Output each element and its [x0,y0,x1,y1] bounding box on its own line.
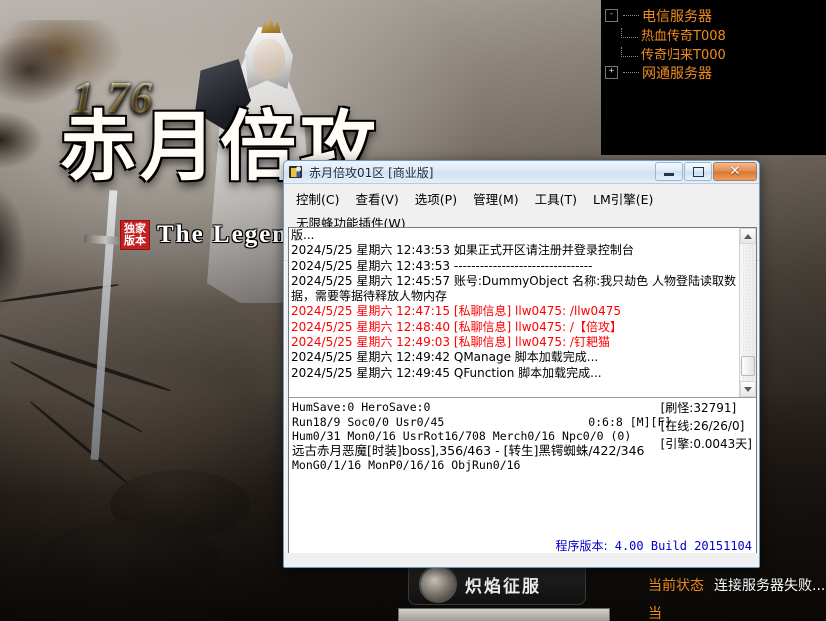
menu-item-control[interactable]: 控制(C) [288,187,347,211]
stat-uptime: 0:6:8 [M][F] [588,414,672,429]
program-version: 程序版本: 4.00 Build 20151104 [555,539,752,554]
launcher-plate [398,608,610,621]
progress-label: 当前进度 [648,606,662,621]
log-line: 2024/5/25 星期六 12:48:40 [私聊信息] llw0475: /… [291,319,622,334]
tree-node-rexue[interactable]: 热血传奇T008 [601,25,826,44]
log-body[interactable]: 版... 2024/5/25 星期六 12:43:53 如果正式开区请注册并登录… [289,228,756,398]
minimize-button[interactable] [655,162,683,181]
tree-node-label: 网通服务器 [642,65,712,82]
launcher-button-label: 炽焰征服 [465,576,541,597]
log-line: 2024/5/25 星期六 12:49:03 [私聊信息] llw0475: /… [291,335,610,350]
stat-badge-engine: [引擎:0.0043天] [660,437,752,451]
log-line: 2024/5/25 星期六 12:43:53 如果正式开区请注册并登录控制台 [291,243,634,258]
stat-badges: [刷怪:32791] [在线:26/26/0] [引擎:0.0043天] [661,399,752,453]
seal-icon [419,565,457,603]
expand-toggle-icon[interactable]: + [605,66,618,79]
tree-node-telecom[interactable]: - 电信服务器 [601,6,826,25]
close-icon: ✕ [729,164,741,179]
log-line: 2024/5/25 星期六 12:49:42 QManage 脚本加载完成... [291,350,599,365]
window-controls[interactable]: ✕ [655,162,757,181]
server-console-window[interactable]: 赤月倍攻01区 [商业版] ✕ 控制(C) 查看(V) 选项(P) 管理(M) … [283,160,760,568]
exclusive-edition-badge: 独家 版本 [120,220,150,250]
tree-node-label: 传奇归来T000 [641,48,726,63]
log-line: 2024/5/25 星期六 12:49:45 QFunction 脚本加载完成.… [291,365,602,380]
stat-line-mon: MonG0/1/16 MonP0/16/16 ObjRun0/16 [292,458,521,473]
program-version-label: 程序版本: [555,539,608,554]
window-bottom-strip [284,553,759,567]
launcher-progress-row: 当前进度 [648,603,826,621]
stat-run-values: Run18/9 Soc0/0 Usr0/45 [292,414,445,429]
scrollbar-thumb[interactable] [741,356,755,376]
window-titlebar[interactable]: 赤月倍攻01区 [商业版] ✕ [284,161,759,184]
tree-node-guilai[interactable]: 传奇归来T000 [601,44,826,63]
server-stats-panel: HumSave:0 HeroSave:0 Run18/9 Soc0/0 Usr0… [289,398,756,556]
app-icon [288,164,304,180]
tree-dash-icon [623,71,639,74]
status-value: 连接服务器失败... [714,578,826,594]
tree-elbow-icon [621,27,638,38]
maximize-button[interactable] [684,162,712,181]
program-version-value: 4.00 Build 20151104 [614,539,752,554]
menu-item-lm-engine[interactable]: LM引擎(E) [585,187,661,211]
close-button[interactable]: ✕ [713,162,757,181]
menu-item-options[interactable]: 选项(P) [407,187,465,211]
status-label: 当前状态 [648,578,704,594]
log-text-area: 版... 2024/5/25 星期六 12:43:53 如果正式开区请注册并登录… [289,228,739,397]
menu-item-view[interactable]: 查看(V) [347,187,406,211]
server-tree-panel[interactable]: - 电信服务器 热血传奇T008 传奇归来T000 + 网通服务器 [601,0,826,155]
log-line: 2024/5/25 星期六 12:43:53 -----------------… [291,258,593,273]
collapse-toggle-icon[interactable]: - [605,9,618,22]
console-log-panel: 版... 2024/5/25 星期六 12:43:53 如果正式开区请注册并登录… [288,227,757,557]
tree-node-netcom[interactable]: + 网通服务器 [601,63,826,82]
launcher-status-row: 当前状态 连接服务器失败... [648,575,825,595]
exclusive-badge-line2: 版本 [124,234,146,247]
log-scrollbar[interactable] [739,228,756,397]
launcher-start-button[interactable]: 炽焰征服 [408,563,586,605]
scroll-up-icon[interactable] [740,228,756,244]
tree-dash-icon [623,14,639,17]
window-title: 赤月倍攻01区 [商业版] [309,165,434,180]
menu-item-tools[interactable]: 工具(T) [527,187,585,211]
tree-elbow-icon [621,46,638,57]
log-line: 版... [291,228,315,242]
menu-item-manage[interactable]: 管理(M) [465,187,527,211]
stat-badge-online: [在线:26/26/0] [660,419,745,433]
log-line: 2024/5/25 星期六 12:47:15 [私聊信息] llw0475: /… [291,304,621,319]
scroll-down-icon[interactable] [740,381,756,397]
log-line: 2024/5/25 星期六 12:45:57 账号:DummyObject 名称… [291,273,736,304]
tree-node-label: 热血传奇T008 [641,29,726,44]
tree-node-label: 电信服务器 [642,8,712,25]
stat-badge-spawn: [刷怪:32791] [660,401,737,415]
screen: 1.76 赤月倍攻 独家 版本 The Legend Of 炽焰征服 - 电信服… [0,0,826,621]
